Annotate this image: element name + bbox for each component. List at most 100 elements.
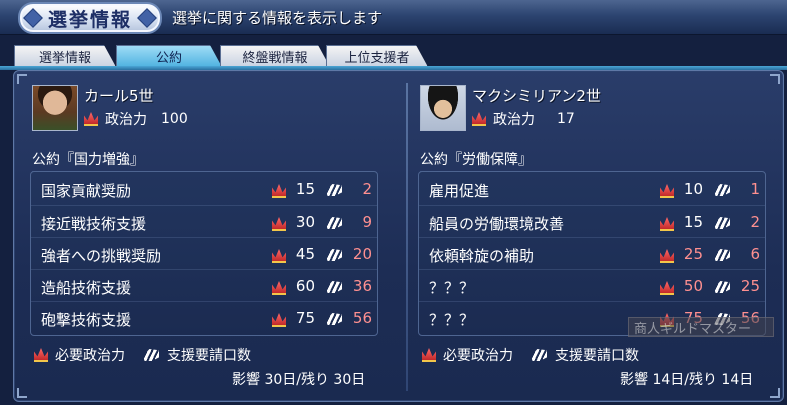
crown-icon (472, 112, 486, 126)
corner-ornament (17, 74, 27, 84)
crown-icon (272, 281, 286, 295)
tab-election-info[interactable]: 選挙情報 (14, 45, 116, 67)
list-item[interactable]: 国家貢献奨励 15 2 (31, 173, 377, 205)
required-power: 25 (683, 245, 703, 263)
required-power: 10 (683, 180, 703, 198)
item-label: 依頼斡旋の補助 (429, 247, 535, 265)
legend-request-count: 支援要請口数 (555, 348, 639, 364)
required-power: 15 (295, 180, 315, 198)
tooltip: 商人ギルドマスター (628, 317, 774, 337)
required-power: 15 (683, 213, 703, 231)
stat-label: 政治力 (105, 112, 147, 128)
stat-value: 100 (161, 111, 188, 127)
page-title: 選挙情報 (47, 8, 132, 31)
request-count: 9 (362, 213, 372, 231)
request-count: 6 (750, 245, 760, 263)
candidate-name: マクシミリアン2世 (472, 87, 601, 105)
column-divider (406, 83, 408, 391)
candidate-portrait[interactable] (420, 85, 466, 131)
corner-ornament (770, 74, 780, 84)
request-count: 36 (352, 277, 372, 295)
item-label: 接近戦技術支援 (41, 215, 147, 233)
page-description: 選挙に関する情報を表示します (172, 9, 383, 27)
request-count: 1 (750, 180, 760, 198)
handshake-icon (531, 349, 547, 361)
handshake-icon (326, 184, 342, 196)
item-label: ？？？ (429, 279, 475, 297)
legend: 必要政治力 支援要請口数 (422, 345, 639, 365)
crown-icon (272, 217, 286, 231)
crown-icon (272, 313, 286, 327)
stat-value: 17 (557, 111, 575, 127)
handshake-icon (326, 313, 342, 325)
handshake-icon (714, 184, 730, 196)
crown-icon (660, 249, 674, 263)
handshake-icon (326, 249, 342, 261)
item-label: 造船技術支援 (41, 279, 132, 297)
list-item[interactable]: 接近戦技術支援 30 9 (31, 205, 377, 238)
crown-icon (660, 184, 674, 198)
ornament-icon (137, 8, 157, 28)
corner-ornament (17, 388, 27, 398)
request-count: 25 (740, 277, 760, 295)
tab-endgame-info[interactable]: 終盤戦情報 (220, 45, 330, 67)
handshake-icon (714, 217, 730, 229)
item-label: ？？？ (429, 311, 475, 329)
request-count: 2 (750, 213, 760, 231)
request-count: 56 (352, 309, 372, 327)
item-label: 船員の労働環境改善 (429, 215, 565, 233)
handshake-icon (714, 249, 730, 261)
item-label: 雇用促進 (429, 182, 490, 200)
list-item[interactable]: 船員の労働環境改善 15 2 (419, 205, 765, 238)
list-item[interactable]: 雇用促進 10 1 (419, 173, 765, 205)
political-power: 政治力 17 (472, 109, 575, 129)
item-label: 砲撃技術支援 (41, 311, 132, 329)
required-power: 30 (295, 213, 315, 231)
crown-icon (660, 281, 674, 295)
pledge-title: 公約『国力増強』 (32, 149, 166, 172)
handshake-icon (326, 281, 342, 293)
effect-duration: 影響 14日/残り 14日 (620, 372, 754, 388)
handshake-icon (326, 217, 342, 229)
crown-icon (272, 184, 286, 198)
crown-icon (34, 348, 48, 362)
legend-request-count: 支援要請口数 (167, 348, 251, 364)
item-label: 強者への挑戦奨励 (41, 247, 162, 265)
tab-pledge[interactable]: 公約 (116, 45, 222, 67)
list-item[interactable]: 造船技術支援 60 36 (31, 269, 377, 302)
legend-required-power: 必要政治力 (55, 348, 125, 364)
list-item[interactable]: 依頼斡旋の補助 25 6 (419, 237, 765, 270)
ornament-icon (23, 8, 43, 28)
pledge-list: 国家貢献奨励 15 2 接近戦技術支援 30 9 強者への挑戦奨励 45 20 … (30, 171, 378, 336)
crown-icon (660, 217, 674, 231)
request-count: 20 (352, 245, 372, 263)
legend-required-power: 必要政治力 (443, 348, 513, 364)
handshake-icon (143, 349, 159, 361)
list-item[interactable]: 強者への挑戦奨励 45 20 (31, 237, 377, 270)
pledge-list: 雇用促進 10 1 船員の労働環境改善 15 2 依頼斡旋の補助 25 6 ？？… (418, 171, 766, 336)
candidate-portrait[interactable] (32, 85, 78, 131)
political-power: 政治力 100 (84, 109, 188, 129)
request-count: 2 (362, 180, 372, 198)
list-item[interactable]: 砲撃技術支援 75 56 (31, 301, 377, 334)
list-item[interactable]: ？？？ 50 25 (419, 269, 765, 302)
effect-duration: 影響 30日/残り 30日 (232, 372, 366, 388)
legend: 必要政治力 支援要請口数 (34, 345, 251, 365)
handshake-icon (714, 281, 730, 293)
stat-label: 政治力 (493, 112, 535, 128)
required-power: 45 (295, 245, 315, 263)
crown-icon (422, 348, 436, 362)
crown-icon (84, 112, 98, 126)
tab-top-supporters[interactable]: 上位支援者 (326, 45, 428, 67)
crown-icon (272, 249, 286, 263)
pledge-panel: カール5世 政治力 100 公約『国力増強』 国家貢献奨励 15 2 接近戦技術… (13, 70, 784, 402)
pledge-title: 公約『労働保障』 (420, 149, 554, 172)
title-bar: 選挙情報 選挙に関する情報を表示します (0, 0, 787, 35)
title-badge: 選挙情報 (18, 2, 162, 34)
corner-ornament (770, 388, 780, 398)
required-power: 50 (683, 277, 703, 295)
candidate-name: カール5世 (84, 87, 154, 105)
required-power: 75 (295, 309, 315, 327)
item-label: 国家貢献奨励 (41, 182, 132, 200)
required-power: 60 (295, 277, 315, 295)
